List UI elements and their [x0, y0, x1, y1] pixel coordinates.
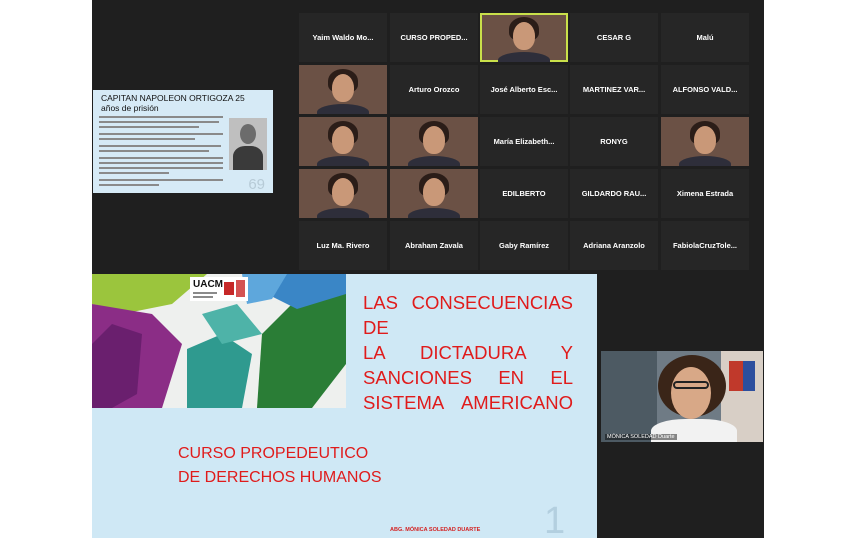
participant-name: FabiolaCruzTole...	[672, 241, 738, 250]
participant-video-body	[317, 104, 369, 114]
participant-name: Yaim Waldo Mo...	[312, 33, 374, 42]
participant-tile[interactable]: Adriana Aranzolo	[570, 221, 658, 270]
slide-author: ABG. MÓNICA SOLEDAD DUARTE	[390, 527, 481, 533]
shared-slide-thumbnail[interactable]: CAPITAN NAPOLEON ORTIGOZA 25 años de pri…	[93, 90, 273, 193]
uacm-logo: UACM	[190, 277, 248, 301]
slide-title-line: LA DICTADURA Y	[363, 342, 573, 363]
participant-video-face	[513, 22, 535, 50]
participant-name: EDILBERTO	[502, 189, 546, 198]
participant-tile[interactable]	[480, 13, 568, 62]
participant-name: Adriana Aranzolo	[583, 241, 645, 250]
participant-tile[interactable]: María Elizabeth...	[480, 117, 568, 166]
participant-video-face	[694, 126, 716, 154]
participant-tile[interactable]	[390, 169, 478, 218]
participant-video-body	[498, 52, 550, 62]
slide-page-number: 1	[544, 500, 566, 538]
participant-name: MARTINEZ VAR...	[582, 85, 646, 94]
participant-tile[interactable]: MARTINEZ VAR...	[570, 65, 658, 114]
participant-tile[interactable]: CESAR G	[570, 13, 658, 62]
participant-tile[interactable]: Ximena Estrada	[661, 169, 749, 218]
participant-video-face	[332, 178, 354, 206]
participant-video-face	[332, 126, 354, 154]
participant-name: Luz Ma. Rivero	[316, 241, 370, 250]
slide-title-line: LAS CONSECUENCIAS DE	[363, 292, 573, 338]
participant-tile[interactable]: FabiolaCruzTole...	[661, 221, 749, 270]
meeting-stage: CAPITAN NAPOLEON ORTIGOZA 25 años de pri…	[92, 0, 764, 538]
participant-video-body	[408, 156, 460, 166]
participant-video-body	[317, 208, 369, 218]
slide-title-line: SISTEMA AMERICANO	[363, 392, 573, 413]
participant-name: GILDARDO RAU...	[581, 189, 647, 198]
participant-name: ALFONSO VALD...	[672, 85, 738, 94]
participant-name: Arturo Orozco	[408, 85, 460, 94]
participant-video-face	[423, 126, 445, 154]
participant-tile[interactable]: CURSO PROPED...	[390, 13, 478, 62]
participant-name: CURSO PROPED...	[400, 33, 468, 42]
slide-title: LAS CONSECUENCIAS DE LA DICTADURA Y SANCIO…	[363, 290, 573, 415]
participant-name: CESAR G	[596, 33, 632, 42]
slide-hands-image: UACM	[92, 274, 346, 408]
participant-name: Ximena Estrada	[676, 189, 734, 198]
participant-tile[interactable]	[390, 117, 478, 166]
participant-tile[interactable]	[661, 117, 749, 166]
participant-name: José Alberto Esc...	[490, 85, 558, 94]
participant-name: María Elizabeth...	[493, 137, 555, 146]
participant-tile[interactable]: GILDARDO RAU...	[570, 169, 658, 218]
slide-subtitle-line: DE DERECHOS HUMANOS	[178, 469, 382, 486]
thumbnail-portrait-photo	[229, 118, 267, 170]
speaker-name-label: MÓNICA SOLEDAD Duarte	[605, 434, 677, 440]
participant-tile[interactable]: ALFONSO VALD...	[661, 65, 749, 114]
participant-tile[interactable]: José Alberto Esc...	[480, 65, 568, 114]
participant-video-face	[423, 178, 445, 206]
slide-subtitle: CURSO PROPEDEUTICO DE DERECHOS HUMANOS	[178, 442, 382, 490]
participant-name: RONYG	[600, 137, 628, 146]
participant-video-face	[332, 74, 354, 102]
participant-tile[interactable]: Arturo Orozco	[390, 65, 478, 114]
participant-video-body	[679, 156, 731, 166]
participant-tile[interactable]: EDILBERTO	[480, 169, 568, 218]
participant-video-body	[317, 156, 369, 166]
participant-name: Malú	[696, 33, 714, 42]
participant-tile[interactable]: Malú	[661, 13, 749, 62]
participant-tile[interactable]: Yaim Waldo Mo...	[299, 13, 387, 62]
participant-tile[interactable]: Gaby Ramírez	[480, 221, 568, 270]
thumbnail-slide-title: CAPITAN NAPOLEON ORTIGOZA 25 años de pri…	[101, 93, 245, 113]
shared-presentation-slide[interactable]: UACM LAS CONSECUENCIAS DE LA DICTADURA Y S…	[92, 274, 597, 538]
participant-name: Gaby Ramírez	[498, 241, 550, 250]
participant-video-body	[408, 208, 460, 218]
slide-subtitle-line: CURSO PROPEDEUTICO	[178, 445, 369, 462]
participant-tile[interactable]	[299, 117, 387, 166]
participant-tile[interactable]: RONYG	[570, 117, 658, 166]
slide-title-line: SANCIONES EN EL	[363, 367, 573, 388]
active-speaker-video[interactable]: MÓNICA SOLEDAD Duarte	[601, 351, 763, 442]
participant-tile[interactable]: Abraham Zavala	[390, 221, 478, 270]
participant-tile[interactable]	[299, 65, 387, 114]
participant-tile[interactable]	[299, 169, 387, 218]
participant-name: Abraham Zavala	[405, 241, 463, 250]
thumbnail-page-number: 69	[248, 176, 265, 193]
participant-tile[interactable]: Luz Ma. Rivero	[299, 221, 387, 270]
